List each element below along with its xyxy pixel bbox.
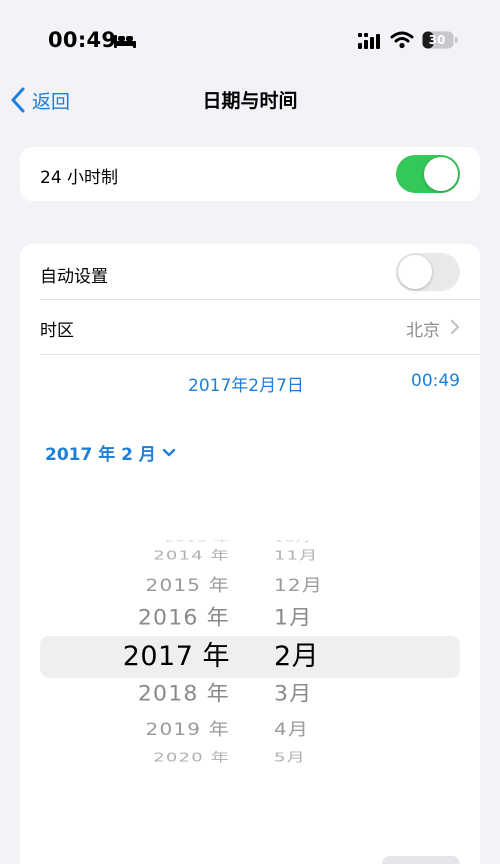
wifi-icon: [390, 31, 414, 49]
status-bar: 00:49 30: [0, 0, 500, 80]
battery-level-text: 30: [428, 33, 446, 47]
timezone-value: 北京: [406, 321, 440, 341]
auto-set-toggle[interactable]: [396, 253, 460, 291]
bottom-control-hint: [382, 856, 460, 864]
picker-year: 2021 年: [165, 765, 230, 770]
status-time: 00:49: [48, 28, 117, 52]
month-year-label: 2017 年 2 月: [45, 445, 156, 465]
picker-year: 2014 年: [153, 548, 230, 563]
timezone-row[interactable]: 时区 北京: [20, 300, 480, 354]
picker-month: 4月: [274, 718, 310, 740]
picker-month: 3月: [274, 682, 313, 707]
cellular-signal-icon: [358, 33, 380, 49]
year-month-picker[interactable]: 2013 年10月2014 年11月2015 年12月2016 年1月2017 …: [20, 540, 480, 770]
picker-month: 6月: [274, 765, 301, 770]
picker-year: 2019 年: [145, 718, 230, 740]
divider: [40, 354, 480, 355]
picker-year: 2015 年: [145, 574, 230, 596]
picker-month: 2月: [274, 641, 320, 672]
picker-row[interactable]: 2019 年 4月: [20, 712, 480, 746]
picker-row[interactable]: 2015 年 12月: [20, 568, 480, 602]
page-title: 日期与时间: [202, 90, 298, 112]
toggle-knob: [424, 157, 458, 191]
hour24-toggle[interactable]: [396, 155, 460, 193]
month-year-selector[interactable]: 2017 年 2 月: [45, 440, 176, 465]
date-value-button[interactable]: 2017年2月7日: [188, 371, 304, 396]
picker-row[interactable]: 2021 年 6月: [20, 765, 480, 770]
bed-icon: [114, 35, 136, 48]
hour24-card: 24 小时制: [20, 147, 480, 201]
navigation-bar: 返回 日期与时间: [0, 80, 500, 120]
hour24-label: 24 小时制: [40, 168, 119, 188]
datetime-card: 自动设置 时区 北京 2017年2月7日 00:49 2017 年 2 月 20…: [20, 244, 480, 864]
picker-year: 2017 年: [122, 641, 230, 672]
picker-month: 11月: [274, 548, 319, 563]
chevron-right-icon: [450, 319, 460, 335]
picker-row[interactable]: 2018 年 3月: [20, 676, 480, 714]
picker-row[interactable]: 2017 年 2月: [20, 637, 480, 677]
auto-set-label: 自动设置: [40, 267, 108, 287]
picker-month: 1月: [274, 606, 313, 631]
chevron-down-icon: [162, 448, 176, 456]
picker-row[interactable]: 2016 年 1月: [20, 600, 480, 638]
picker-row[interactable]: 2014 年 11月: [20, 542, 480, 570]
picker-year: 2016 年: [137, 606, 230, 631]
timezone-label: 时区: [40, 321, 74, 341]
picker-year: 2018 年: [137, 682, 230, 707]
toggle-knob: [398, 255, 432, 289]
picker-month: 12月: [274, 574, 324, 596]
time-value-button[interactable]: 00:49: [411, 371, 460, 391]
